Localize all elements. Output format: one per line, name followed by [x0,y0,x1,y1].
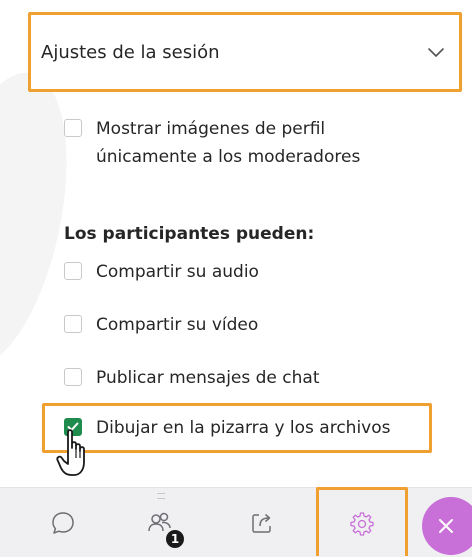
option-label: Compartir su vídeo [96,315,259,335]
post-chat-checkbox[interactable] [64,368,82,386]
profile-images-checkbox[interactable] [64,119,82,137]
option-label-line2: únicamente a los moderadores [96,147,361,167]
option-label-line1: Mostrar imágenes de perfil [96,119,326,139]
option-share-audio[interactable]: Compartir su audio [64,258,259,286]
chevron-down-icon [428,48,444,57]
participants-count-badge: 1 [166,530,184,548]
option-share-video[interactable]: Compartir su vídeo [64,311,258,339]
session-settings-header[interactable]: Ajustes de la sesión [28,12,462,92]
option-label: Mostrar imágenes de perfil únicamente a … [96,115,360,171]
option-label: Dibujar en la pizarra y los archivos [96,418,391,438]
option-profile-images[interactable]: Mostrar imágenes de perfil únicamente a … [64,115,360,171]
share-audio-checkbox[interactable] [64,262,82,280]
settings-icon [350,512,374,536]
option-label: Publicar mensajes de chat [96,368,320,388]
tab-share-content[interactable] [244,505,280,541]
hand-pointer-cursor-icon [56,429,85,476]
tab-settings[interactable] [344,505,380,541]
close-panel-button[interactable] [422,497,472,555]
option-draw-whiteboard[interactable]: Dibujar en la pizarra y los archivos [64,414,391,442]
chat-icon [52,512,74,534]
tab-chat[interactable] [45,505,81,541]
share-video-checkbox[interactable] [64,315,82,333]
option-label: Compartir su audio [96,262,259,282]
participants-can-label: Los participantes pueden: [64,224,315,244]
share-content-icon [252,513,271,533]
section-title: Ajustes de la sesión [41,41,220,63]
close-icon [439,519,453,533]
panel-grip-handle[interactable] [157,493,165,499]
option-post-chat[interactable]: Publicar mensajes de chat [64,364,320,392]
